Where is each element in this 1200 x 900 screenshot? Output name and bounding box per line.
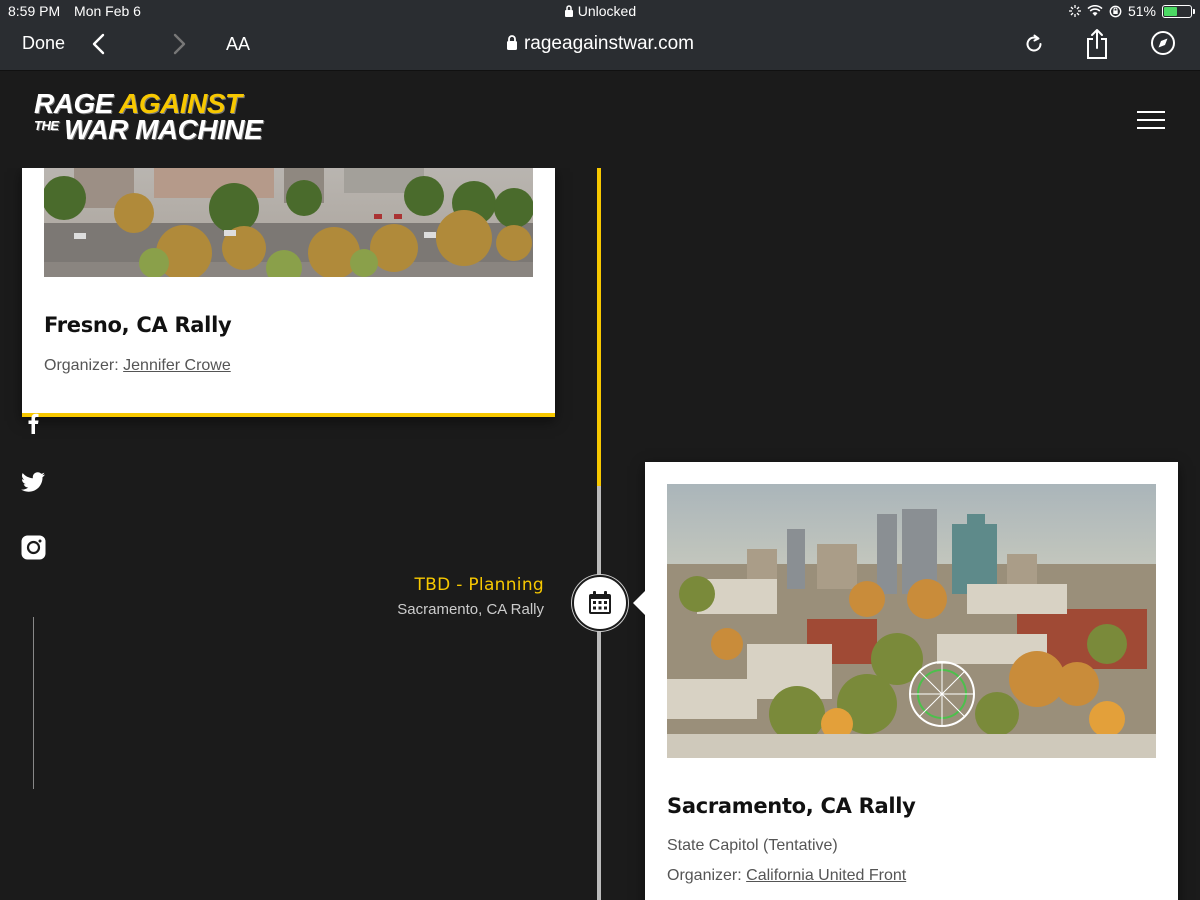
twitter-icon[interactable]	[21, 472, 46, 493]
event-location: State Capitol (Tentative)	[667, 837, 838, 854]
event-title: Sacramento, CA Rally	[667, 794, 916, 818]
text-size-label: AA	[226, 34, 251, 54]
site-logo[interactable]: RAGE AGAINST THE WAR MACHINE	[34, 90, 263, 145]
timeline-label: TBD - Planning Sacramento, CA Rally	[397, 575, 544, 618]
event-organizer: Organizer: California United Front	[667, 867, 906, 885]
done-button[interactable]: Done	[22, 33, 65, 54]
site-header: RAGE AGAINST THE WAR MACHINE	[0, 71, 1200, 168]
battery-percent: 51%	[1127, 3, 1156, 19]
organizer-label: Organizer:	[667, 867, 747, 884]
side-divider	[33, 617, 34, 789]
timeline-date: TBD - Planning	[414, 575, 544, 595]
compass-icon[interactable]	[1150, 30, 1176, 56]
event-title: Fresno, CA Rally	[44, 313, 232, 337]
lock-icon	[564, 5, 573, 17]
timeline-line	[597, 168, 601, 900]
facebook-icon[interactable]	[21, 412, 45, 434]
forward-chevron-icon[interactable]	[166, 30, 190, 58]
battery-icon	[1162, 4, 1195, 18]
instagram-icon[interactable]	[21, 535, 46, 560]
orientation-lock-icon	[1109, 5, 1122, 17]
event-card-sacramento: Sacramento, CA Rally State Capitol (Tent…	[633, 462, 1178, 900]
hamburger-icon	[1137, 111, 1165, 113]
lock-status: Unlocked	[0, 3, 1200, 19]
status-bar: 8:59 PM Mon Feb 6 Unlocked 51%	[0, 0, 1200, 22]
back-chevron-icon[interactable]	[88, 30, 112, 58]
organizer-link[interactable]: Jennifer Crowe	[123, 357, 231, 374]
organizer-link[interactable]: California United Front	[746, 867, 906, 884]
reload-icon[interactable]	[1022, 32, 1046, 56]
text-size-button[interactable]: AA	[226, 34, 250, 55]
browser-toolbar: Done AA rageagainstwar.com	[0, 22, 1200, 71]
url-text: rageagainstwar.com	[523, 33, 695, 54]
logo-text-the: THE	[34, 118, 59, 133]
event-organizer: Organizer: Jennifer Crowe	[44, 357, 231, 375]
fresno-event-image	[44, 168, 533, 277]
lock-status-text: Unlocked	[577, 3, 637, 19]
calendar-icon	[589, 591, 611, 614]
loading-icon	[1068, 5, 1081, 17]
timeline-event-name: Sacramento, CA Rally	[397, 601, 544, 618]
event-card-fresno: Fresno, CA Rally Organizer: Jennifer Cro…	[22, 168, 555, 417]
menu-button[interactable]	[1137, 111, 1165, 131]
sacramento-event-image	[667, 484, 1156, 758]
secure-lock-icon	[506, 35, 517, 50]
share-icon[interactable]	[1085, 28, 1109, 60]
timeline-content: Fresno, CA Rally Organizer: Jennifer Cro…	[0, 168, 1200, 900]
organizer-label: Organizer:	[44, 357, 124, 374]
wifi-icon	[1087, 5, 1103, 16]
timeline-progress	[597, 168, 601, 486]
timeline-marker	[572, 575, 628, 631]
logo-text-war-machine: WAR MACHINE	[64, 114, 263, 145]
